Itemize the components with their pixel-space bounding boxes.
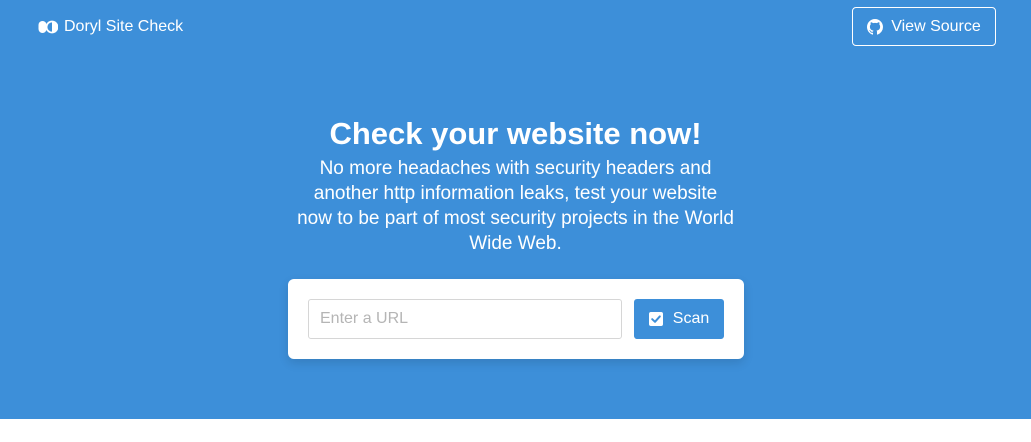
brand-link[interactable]: Doryl Site Check — [38, 17, 183, 37]
check-square-icon — [648, 312, 663, 326]
brand-label: Doryl Site Check — [64, 18, 184, 35]
hero-section: Doryl Site Check View Source Check your … — [0, 0, 1031, 419]
hero-subtitle: No more headaches with security headers … — [297, 158, 734, 254]
scan-button-label: Scan — [672, 310, 710, 327]
pills-icon — [38, 20, 58, 34]
page-title: Check your website now! — [329, 116, 702, 151]
navbar: Doryl Site Check View Source — [0, 0, 1031, 54]
url-input[interactable] — [308, 299, 622, 339]
scan-button[interactable]: Scan — [634, 299, 724, 339]
view-source-button[interactable]: View Source — [852, 7, 996, 46]
view-source-label: View Source — [891, 17, 981, 35]
github-icon — [867, 18, 884, 35]
scan-form-card: Scan — [288, 279, 744, 359]
